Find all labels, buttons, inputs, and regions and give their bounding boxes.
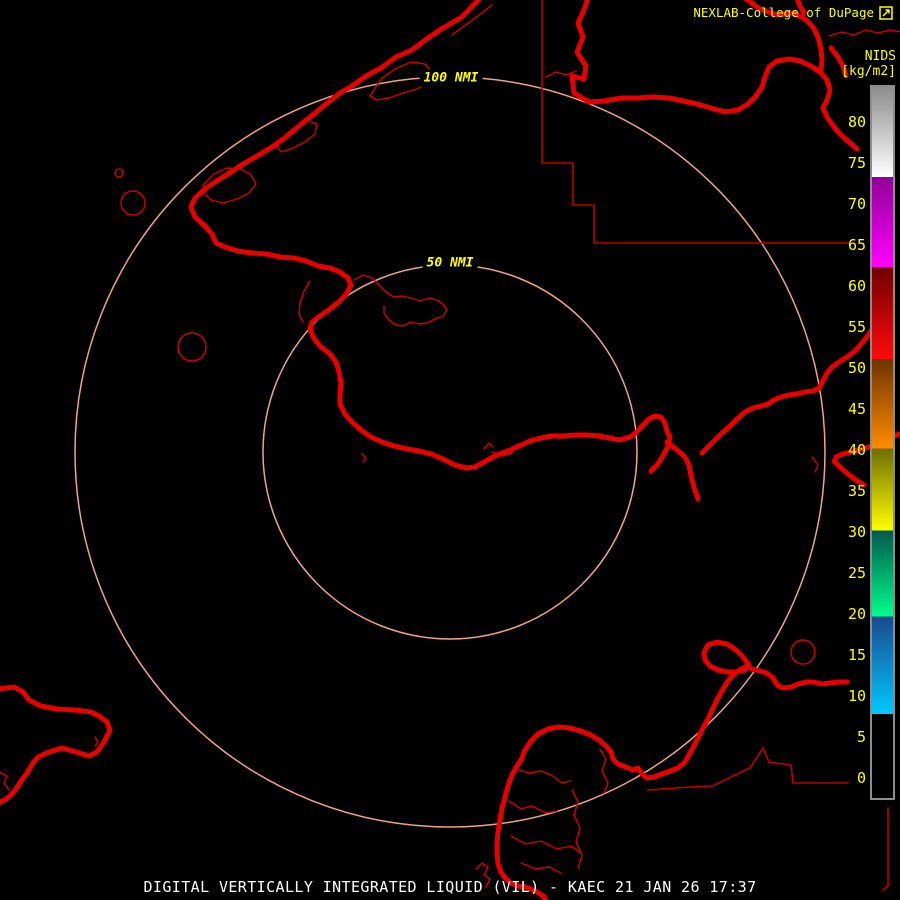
coastline-knot-tail <box>664 439 701 502</box>
scale-title-text: NIDS <box>864 49 896 64</box>
colorbar-tick: 65 <box>847 236 866 254</box>
colorbar-tick: 15 <box>847 646 866 664</box>
radar-map <box>0 0 900 900</box>
colorbar-tick: 60 <box>847 277 866 295</box>
island-inner-4 <box>510 835 582 854</box>
scale-units-text: [kg/m2] <box>841 64 896 79</box>
colorbar <box>870 85 895 800</box>
bay-outline-west <box>298 280 311 323</box>
leftedge-squiggle <box>0 771 10 791</box>
colorbar-title: NIDS [kg/m2] <box>841 49 896 79</box>
coastline-south-island <box>494 663 751 900</box>
small-island-circle-west <box>177 332 207 362</box>
colorbar-tick: 55 <box>847 318 866 336</box>
colorbar-tick: 80 <box>847 113 866 131</box>
colorbar-tick: 35 <box>847 482 866 500</box>
colorbar-tick: 50 <box>847 359 866 377</box>
island-inner-6 <box>599 748 609 794</box>
external-link-icon <box>879 5 893 20</box>
island-inner-2 <box>571 789 583 869</box>
tiny-dash-west <box>94 736 99 747</box>
coastline-outlines-thin <box>0 4 900 888</box>
coastline-bottomleft-peninsula <box>0 684 113 805</box>
product-title: DIGITAL VERTICALLY INTEGRATED LIQUID (VI… <box>143 878 757 896</box>
brand: NEXLAB-College of DuPage <box>693 5 893 20</box>
colorbar-tick: 5 <box>856 728 866 746</box>
coast-hook-a <box>483 442 494 450</box>
colorbar-tick: 10 <box>847 687 866 705</box>
small-island-circle-nw <box>120 190 146 216</box>
colorbar-tick: 0 <box>856 769 866 787</box>
island-inner-5 <box>520 862 562 874</box>
colorbar-tick: 30 <box>847 523 866 541</box>
island-inner-1 <box>515 768 572 784</box>
colorbar-tick: 75 <box>847 154 866 172</box>
tiny-islet <box>361 453 367 463</box>
tiny-island-circle <box>114 168 124 178</box>
colorbar-tick: 70 <box>847 195 866 213</box>
ring-label-50nmi: 50 NMI <box>422 254 478 272</box>
radar-display: 100 NMI 50 NMI NEXLAB-College of DuPage … <box>0 0 900 900</box>
island-inner-3 <box>508 800 558 814</box>
colorbar-tick: 40 <box>847 441 866 459</box>
colorbar-tick: 20 <box>847 605 866 623</box>
inlet-squiggle <box>353 274 448 327</box>
colorbar-tick: 45 <box>847 400 866 418</box>
range-ring-50nmi <box>262 264 638 640</box>
brand-text: NEXLAB-College of DuPage <box>693 5 874 20</box>
ring-label-100nmi: 100 NMI <box>419 69 483 87</box>
colorbar-tick: 25 <box>847 564 866 582</box>
coastlines-thick <box>0 0 900 900</box>
colorbar-ticks: 80 75 70 65 60 55 50 45 40 35 30 25 20 15 10 5 0 <box>800 0 866 900</box>
